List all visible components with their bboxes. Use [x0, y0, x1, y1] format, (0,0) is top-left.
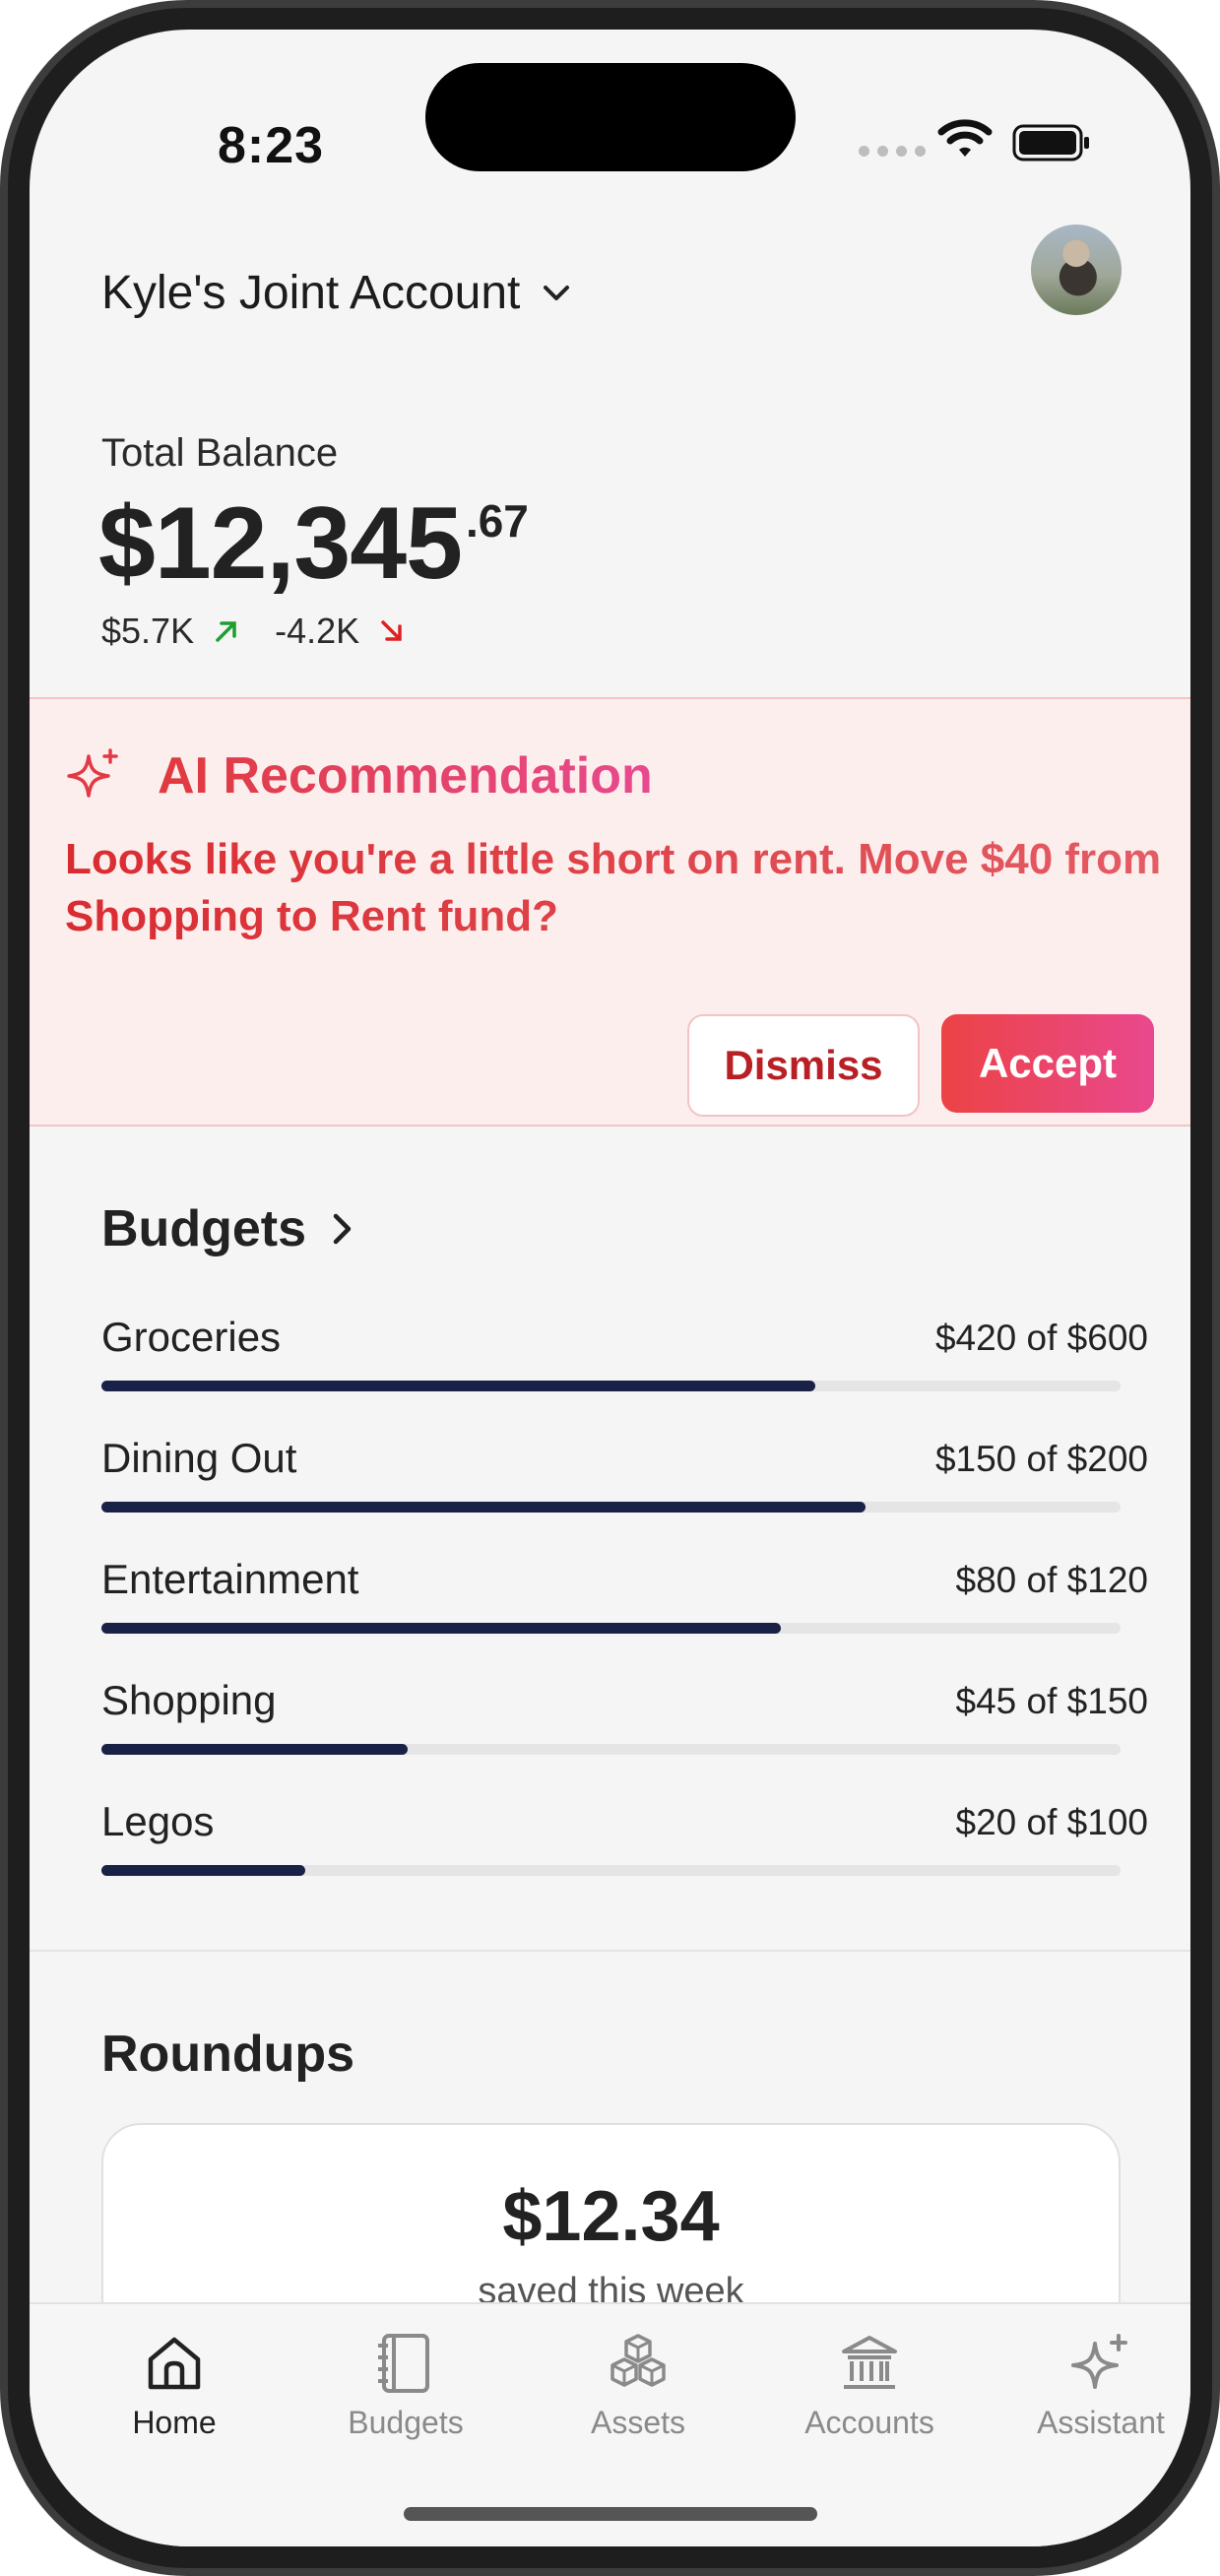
budget-progress-fill: [101, 1623, 782, 1634]
budget-progress-track: [101, 1381, 1121, 1391]
budget-progress-track: [101, 1502, 1121, 1513]
budget-progress-track: [101, 1623, 1121, 1634]
budget-progress-fill: [101, 1381, 815, 1391]
tab-accounts[interactable]: Accounts: [771, 2332, 968, 2441]
balance-label: Total Balance: [101, 431, 339, 475]
home-indicator[interactable]: [404, 2507, 817, 2521]
app-screen: 8:23 Kyle's Joint Account Total Balance …: [30, 30, 1190, 2546]
total-balance: $12,345 .67: [98, 484, 529, 603]
budget-name: Legos: [101, 1798, 215, 1844]
ai-recommendation-header: AI Recommendation: [65, 746, 653, 805]
cellular-signal-icon: [859, 146, 926, 157]
ai-recommendation-message: Looks like you're a little short on rent…: [65, 831, 1168, 945]
budgets-header-link[interactable]: Budgets: [101, 1199, 353, 1258]
home-icon: [148, 2337, 201, 2390]
budget-name: Dining Out: [101, 1435, 297, 1481]
balance-cents: .67: [465, 495, 529, 547]
sparkle-icon: [1071, 2334, 1127, 2389]
account-name: Kyle's Joint Account: [101, 267, 521, 319]
budgets-title: Budgets: [101, 1200, 306, 1257]
budget-name: Shopping: [101, 1677, 277, 1723]
cubes-icon: [610, 2334, 666, 2387]
bank-icon: [842, 2336, 897, 2389]
roundups-title: Roundups: [101, 2026, 355, 2083]
budget-amount: $80 of $120: [955, 1560, 1148, 1600]
tab-assets[interactable]: Assets: [540, 2332, 737, 2441]
budget-amount: $420 of $600: [934, 1318, 1148, 1358]
budget-item-dining-out[interactable]: Dining Out $150 of $200: [101, 1435, 1148, 1517]
accept-button[interactable]: Accept: [941, 1014, 1154, 1113]
chevron-down-icon: [544, 285, 570, 300]
tab-label: Home: [132, 2405, 217, 2440]
wifi-icon: [937, 119, 993, 157]
budget-item-entertainment[interactable]: Entertainment $80 of $120: [101, 1556, 1148, 1639]
budget-progress-track: [101, 1865, 1121, 1876]
ai-recommendation-title: AI Recommendation: [158, 747, 653, 805]
budget-name: Entertainment: [101, 1556, 359, 1602]
tab-assistant[interactable]: Assistant: [1002, 2332, 1190, 2441]
tab-label: Accounts: [804, 2405, 934, 2440]
inflow-amount: $5.7K: [101, 611, 195, 651]
ai-recommendation-card: AI Recommendation Looks like you're a li…: [30, 697, 1190, 1127]
account-switcher[interactable]: Kyle's Joint Account: [101, 266, 571, 320]
battery-icon: [1012, 124, 1089, 161]
dismiss-button[interactable]: Dismiss: [687, 1014, 920, 1117]
budget-name: Groceries: [101, 1314, 282, 1360]
status-time: 8:23: [217, 117, 325, 174]
tab-label: Assets: [590, 2405, 686, 2440]
budget-amount: $150 of $200: [934, 1439, 1148, 1479]
budget-item-legos[interactable]: Legos $20 of $100: [101, 1798, 1148, 1881]
budget-amount: $20 of $100: [955, 1802, 1148, 1842]
budget-progress-fill: [101, 1744, 408, 1755]
roundups-header: Roundups: [101, 2025, 354, 2084]
tab-label: Assistant: [1037, 2405, 1165, 2440]
sparkle-icon: [67, 748, 118, 798]
budget-amount: $45 of $150: [955, 1681, 1148, 1721]
section-divider: [30, 1950, 1190, 1952]
budget-item-groceries[interactable]: Groceries $420 of $600: [101, 1314, 1148, 1396]
tab-label: Budgets: [348, 2405, 464, 2440]
arrow-up-right-icon: [216, 621, 236, 642]
roundups-amount: $12.34: [502, 2177, 720, 2256]
avatar[interactable]: [1031, 225, 1122, 315]
budget-item-shopping[interactable]: Shopping $45 of $150: [101, 1677, 1148, 1760]
chevron-right-icon: [333, 1213, 352, 1245]
balance-dollars: $12,345: [98, 486, 463, 601]
arrow-down-right-icon: [381, 620, 402, 641]
outflow-amount: -4.2K: [275, 611, 360, 651]
balance-flow: $5.7K -4.2K: [101, 611, 440, 652]
budget-progress-fill: [101, 1865, 305, 1876]
budget-progress-fill: [101, 1502, 867, 1513]
dynamic-island: [425, 63, 796, 171]
tab-budgets[interactable]: Budgets: [307, 2332, 504, 2441]
notebook-icon: [378, 2334, 429, 2393]
tab-home[interactable]: Home: [76, 2332, 273, 2441]
budget-progress-track: [101, 1744, 1121, 1755]
